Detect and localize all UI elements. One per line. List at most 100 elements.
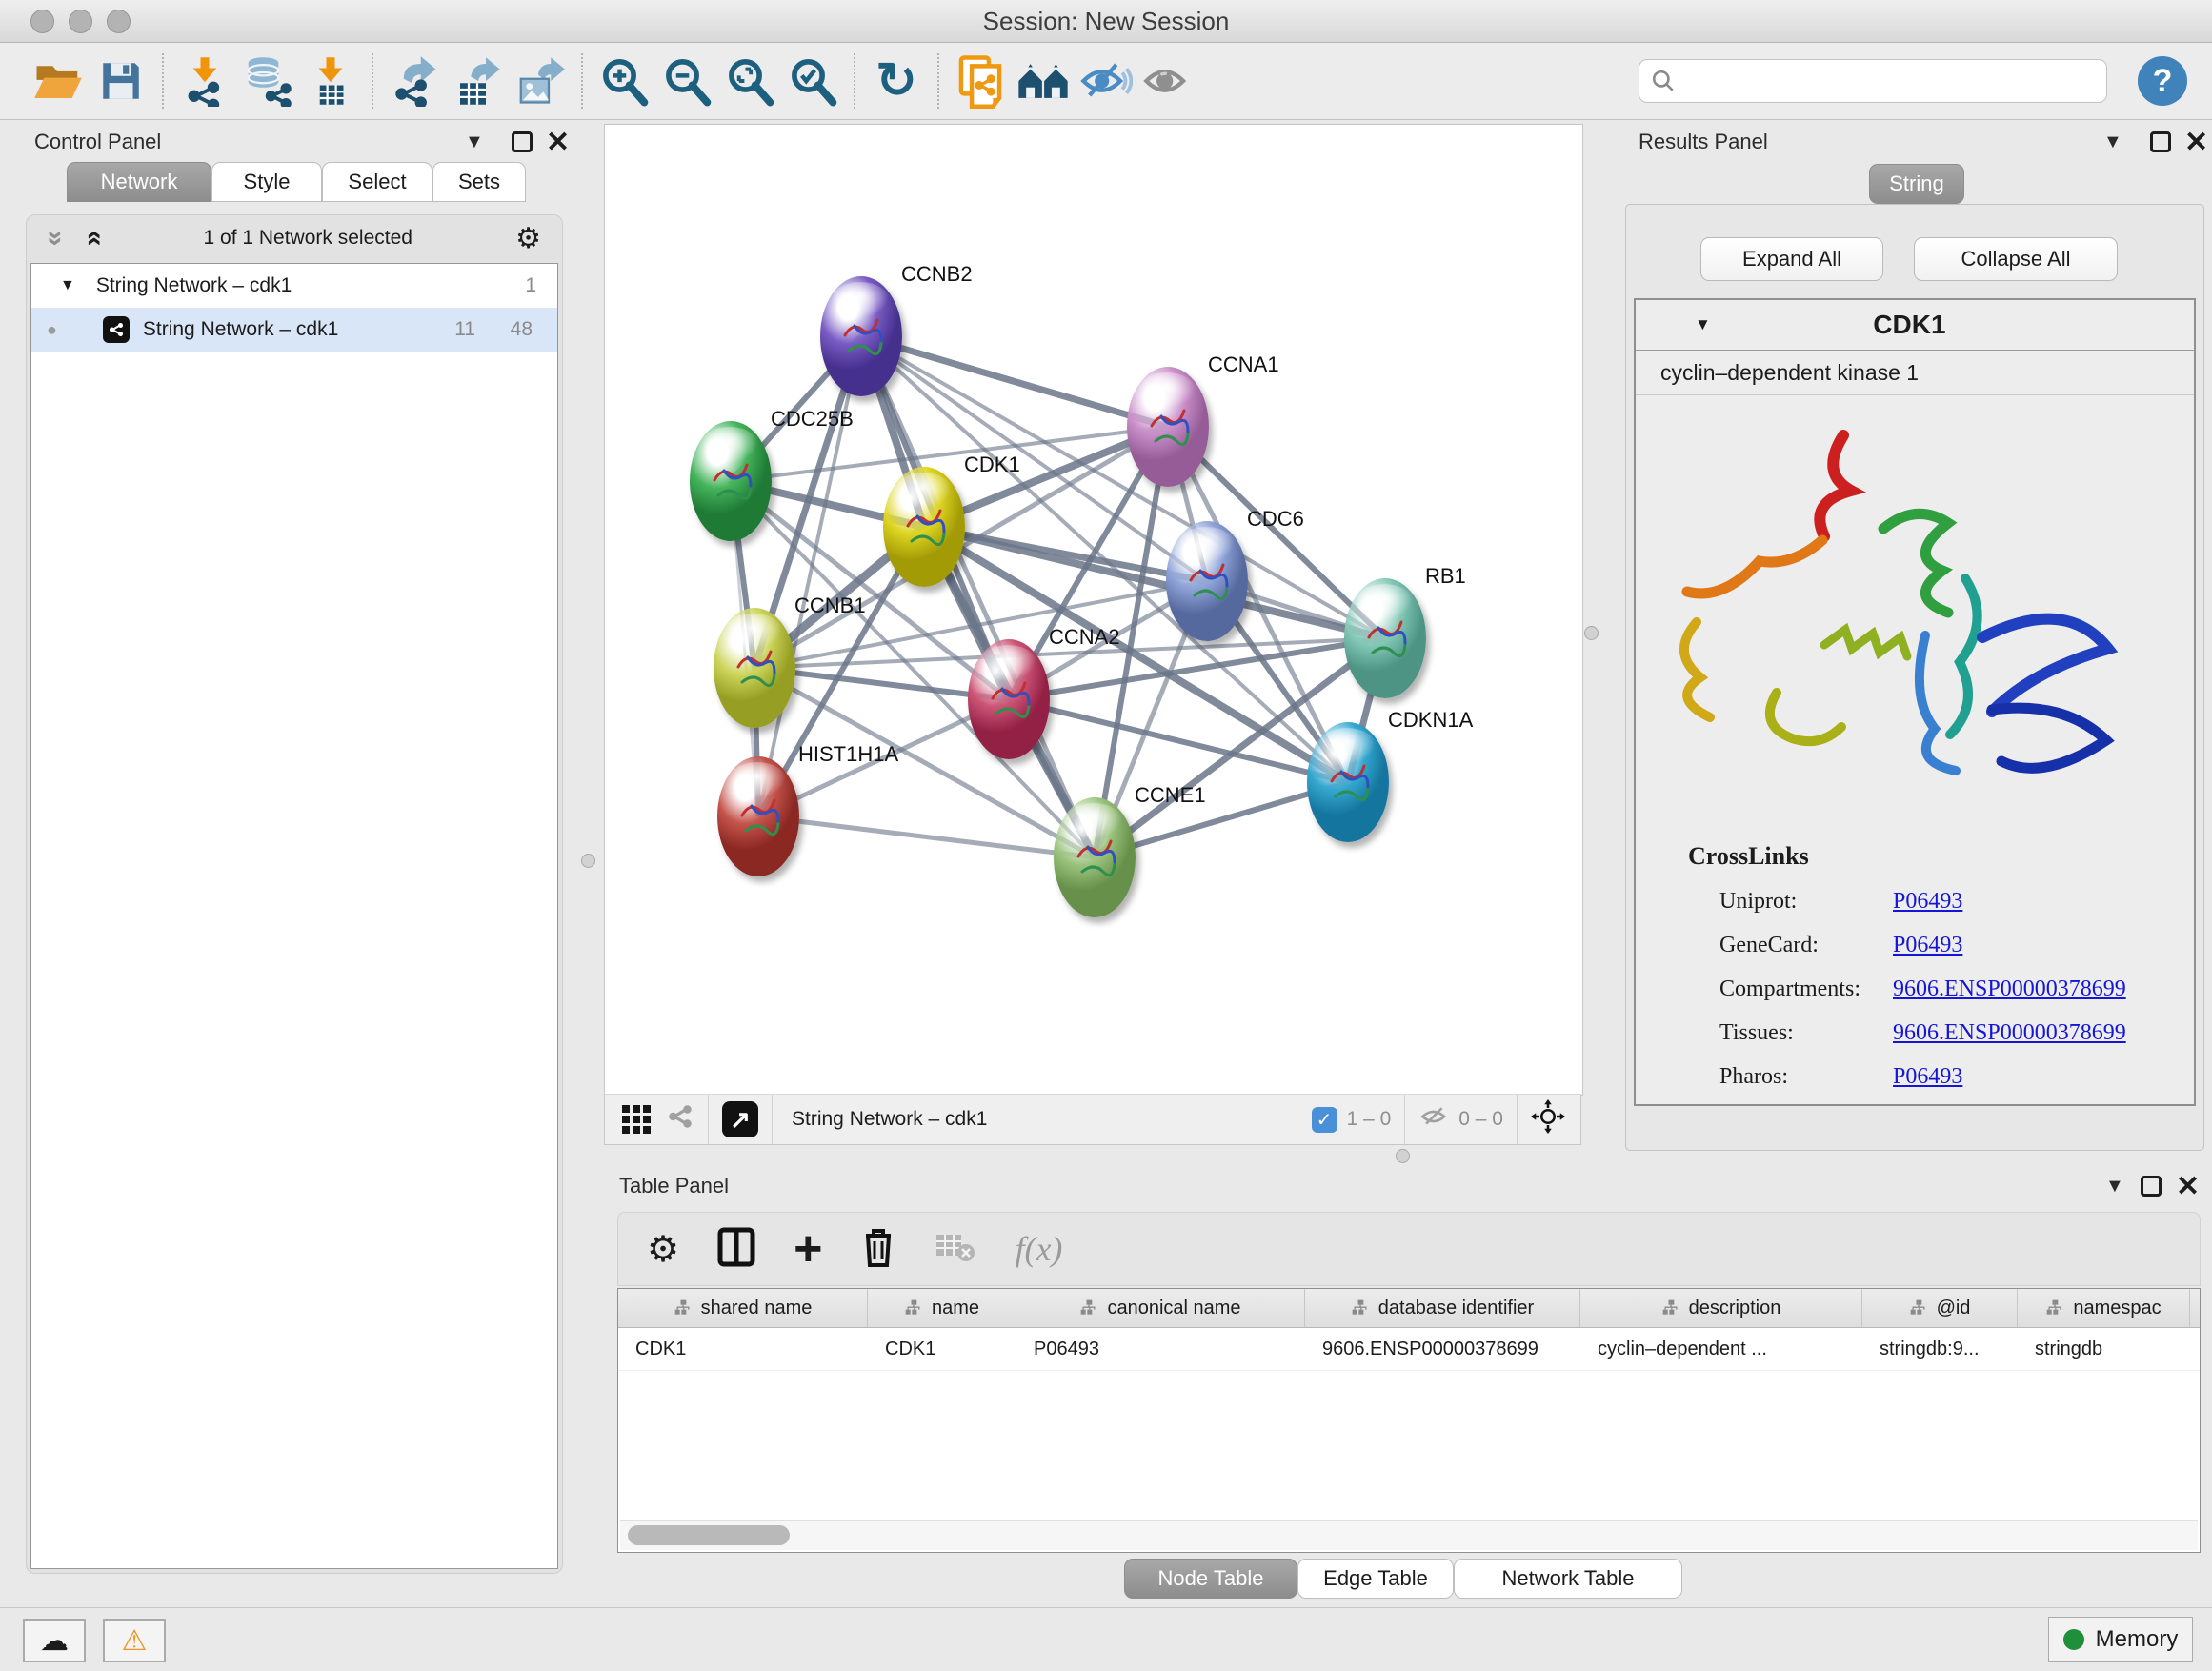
crosslink-link[interactable]: 9606.ENSP00000378699 <box>1893 1020 2126 1046</box>
control-panel-close-icon[interactable]: ✕ <box>546 129 570 157</box>
string-protein-query-icon[interactable] <box>949 50 1012 111</box>
network-collection-row[interactable]: ▼ String Network – cdk1 1 <box>31 264 557 308</box>
network-edge[interactable] <box>758 816 1095 857</box>
crosslink-link[interactable]: P06493 <box>1893 889 1962 915</box>
open-session-icon[interactable] <box>27 50 90 111</box>
expand-all-networks-icon[interactable]: » <box>78 231 107 247</box>
bottom-splitter-handle[interactable] <box>1396 1149 1410 1163</box>
crosslink-link[interactable]: P06493 <box>1893 1064 1962 1090</box>
network-node-rb1[interactable] <box>1344 578 1426 698</box>
column-header-namespac[interactable]: namespac <box>2018 1289 2190 1327</box>
control-panel-float-icon[interactable] <box>512 131 533 152</box>
table-row[interactable]: CDK1CDK1P064939606.ENSP00000378699cyclin… <box>618 1328 2200 1371</box>
global-search-field[interactable] <box>1639 59 2107 103</box>
column-header-shared-name[interactable]: shared name <box>618 1289 868 1327</box>
refresh-icon[interactable]: ↻ <box>865 50 928 111</box>
right-splitter-handle[interactable] <box>1584 626 1599 640</box>
entry-disclosure-icon[interactable]: ▼ <box>1695 315 1711 334</box>
collection-disclosure-icon[interactable]: ▼ <box>60 277 75 294</box>
crosslink-link[interactable]: P06493 <box>1893 933 1962 958</box>
scrollbar-thumb[interactable] <box>628 1525 790 1545</box>
table-horizontal-scrollbar[interactable] <box>620 1520 2198 1550</box>
network-node-cdc25b[interactable] <box>690 421 772 541</box>
save-session-icon[interactable] <box>90 50 152 111</box>
show-columns-icon[interactable] <box>717 1227 755 1272</box>
table-cell[interactable]: stringdb <box>2018 1328 2190 1370</box>
column-header-description[interactable]: description <box>1580 1289 1862 1327</box>
network-node-cdc6[interactable] <box>1166 521 1248 641</box>
results-panel-menu-icon[interactable]: ▼ <box>2103 131 2122 153</box>
selected-nodes-checkbox-icon[interactable]: ✓ <box>1312 1107 1337 1133</box>
network-edge[interactable] <box>861 336 1095 857</box>
zoom-in-icon[interactable] <box>593 50 655 111</box>
export-image-icon[interactable] <box>509 50 572 111</box>
network-share-icon[interactable] <box>666 1102 694 1137</box>
tab-edge-table[interactable]: Edge Table <box>1297 1559 1454 1599</box>
network-options-gear-icon[interactable]: ⚙ <box>515 222 541 255</box>
hidden-eye-icon[interactable] <box>1418 1103 1451 1136</box>
network-node-ccnb1[interactable] <box>714 608 795 728</box>
export-table-icon[interactable] <box>446 50 509 111</box>
network-node-ccnb2[interactable] <box>820 276 902 396</box>
protein-entry-header[interactable]: ▼ CDK1 <box>1636 300 2194 351</box>
control-panel-menu-icon[interactable]: ▼ <box>465 131 484 153</box>
import-network-database-icon[interactable] <box>236 50 299 111</box>
results-panel-float-icon[interactable] <box>2150 131 2171 152</box>
function-builder-icon[interactable]: f(x) <box>1015 1229 1062 1269</box>
zoom-selected-icon[interactable] <box>781 50 844 111</box>
network-node-ccna1[interactable] <box>1127 367 1209 487</box>
cloud-status-button[interactable]: ☁ <box>23 1619 86 1662</box>
expand-all-button[interactable]: Expand All <box>1700 237 1883 281</box>
network-node-cdkn1a[interactable] <box>1307 722 1389 842</box>
fit-content-crosshair-icon[interactable] <box>1531 1099 1565 1139</box>
network-node-hist1h1a[interactable] <box>717 756 799 876</box>
table-cell[interactable]: cyclin–dependent ... <box>1580 1328 1862 1370</box>
zoom-fit-icon[interactable] <box>718 50 781 111</box>
column-header-name[interactable]: name <box>868 1289 1016 1327</box>
results-panel-close-icon[interactable]: ✕ <box>2184 129 2208 157</box>
network-node-ccne1[interactable] <box>1054 797 1136 917</box>
birds-eye-view-icon[interactable] <box>622 1105 651 1134</box>
delete-column-trash-icon[interactable] <box>860 1226 896 1273</box>
crosslink-link[interactable]: 9606.ENSP00000378699 <box>1893 976 2126 1002</box>
help-icon[interactable]: ? <box>2138 56 2187 106</box>
tab-select[interactable]: Select <box>322 162 432 202</box>
tab-string[interactable]: String <box>1869 164 1964 204</box>
table-cell[interactable]: P06493 <box>1016 1328 1305 1370</box>
tab-network[interactable]: Network <box>67 162 211 202</box>
table-options-gear-icon[interactable]: ⚙ <box>647 1228 679 1271</box>
tab-style[interactable]: Style <box>211 162 322 202</box>
network-edge[interactable] <box>861 336 1168 427</box>
column-header--id[interactable]: @id <box>1862 1289 2018 1327</box>
table-panel-menu-icon[interactable]: ▼ <box>2105 1176 2124 1198</box>
organisms-icon[interactable] <box>1012 50 1075 111</box>
detach-view-icon[interactable]: ↗ <box>722 1101 758 1137</box>
collapse-all-button[interactable]: Collapse All <box>1914 237 2118 281</box>
delete-table-icon[interactable] <box>935 1231 976 1268</box>
network-node-ccna2[interactable] <box>968 639 1050 759</box>
import-table-file-icon[interactable] <box>299 50 362 111</box>
export-network-icon[interactable] <box>383 50 446 111</box>
table-panel-float-icon[interactable] <box>2141 1176 2162 1197</box>
warnings-button[interactable]: ⚠ <box>103 1619 166 1662</box>
enable-glass-ball-effect-icon[interactable] <box>1075 50 1137 111</box>
table-cell[interactable]: 9606.ENSP00000378699 <box>1305 1328 1580 1370</box>
tab-node-table[interactable]: Node Table <box>1124 1559 1297 1599</box>
network-canvas[interactable]: CCNB2CCNA1CDC25BCDK1CDC6RB1CCNB1CCNA2CDK… <box>604 124 1583 1096</box>
table-cell[interactable]: CDK1 <box>618 1328 868 1370</box>
memory-button[interactable]: Memory <box>2048 1617 2193 1662</box>
zoom-out-icon[interactable] <box>655 50 718 111</box>
table-panel-close-icon[interactable]: ✕ <box>2176 1173 2200 1201</box>
tab-sets[interactable]: Sets <box>432 162 526 202</box>
tab-network-table[interactable]: Network Table <box>1454 1559 1682 1599</box>
table-cell[interactable]: CDK1 <box>868 1328 1016 1370</box>
left-splitter-handle[interactable] <box>581 854 595 868</box>
collapse-all-networks-icon[interactable]: » <box>41 231 70 247</box>
import-network-file-icon[interactable] <box>173 50 236 111</box>
table-cell[interactable]: stringdb:9... <box>1862 1328 2018 1370</box>
network-node-cdk1[interactable] <box>883 467 965 587</box>
disable-glass-ball-effect-icon[interactable] <box>1137 50 1200 111</box>
search-input[interactable] <box>1676 61 2106 101</box>
network-row-selected[interactable]: ● String Network – cdk1 11 48 <box>31 308 557 352</box>
column-header-database-identifier[interactable]: database identifier <box>1305 1289 1580 1327</box>
